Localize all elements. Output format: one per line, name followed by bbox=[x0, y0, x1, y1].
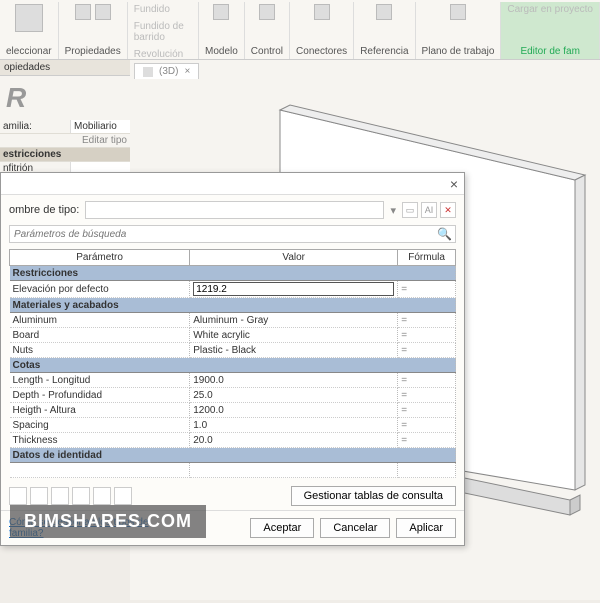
ribbon-group-properties[interactable]: Propiedades bbox=[59, 2, 128, 59]
ribbon-group-select[interactable]: eleccionar bbox=[0, 2, 59, 59]
col-value[interactable]: Valor bbox=[190, 250, 398, 266]
rename-type-icon[interactable]: AI bbox=[421, 202, 437, 218]
table-header-row: Parámetro Valor Fórmula bbox=[10, 250, 456, 266]
search-icon[interactable]: 🔍 bbox=[437, 227, 452, 241]
tool-icon[interactable] bbox=[51, 487, 69, 505]
table-row: BoardWhite acrylic= bbox=[10, 328, 456, 343]
prop-icon-2 bbox=[95, 4, 111, 20]
ribbon-label-workplane: Plano de trabajo bbox=[422, 46, 495, 59]
tool-icon[interactable] bbox=[30, 487, 48, 505]
doc-tab-label: (3D) bbox=[159, 66, 178, 77]
prop-icon bbox=[75, 4, 91, 20]
param-elev[interactable]: Elevación por defecto bbox=[10, 281, 190, 298]
ribbon-group-workplane[interactable]: Plano de trabajo bbox=[416, 2, 502, 59]
control-icon bbox=[259, 4, 275, 20]
ok-button[interactable]: Aceptar bbox=[250, 518, 314, 538]
ribbon-group-control[interactable]: Control bbox=[245, 2, 290, 59]
table-row: Spacing1.0= bbox=[10, 418, 456, 433]
family-types-dialog: × ombre de tipo: ▾ ▭ AI ✕ 🔍 Parámetro Va… bbox=[0, 172, 465, 546]
tool-icon[interactable] bbox=[93, 487, 111, 505]
search-params: 🔍 bbox=[9, 225, 456, 243]
table-row: Thickness20.0= bbox=[10, 433, 456, 448]
ribbon-label-reference: Referencia bbox=[360, 46, 408, 59]
watermark: BIMSHARES.COM bbox=[10, 505, 206, 538]
lookup-tables-button[interactable]: Gestionar tablas de consulta bbox=[291, 486, 456, 506]
doc-tab-3d[interactable]: (3D) × bbox=[134, 63, 199, 79]
table-row: Length - Longitud1900.0= bbox=[10, 373, 456, 388]
ribbon-group-forms[interactable]: Fundido Fundido de barrido Revolución Fo… bbox=[128, 2, 199, 59]
ribbon: eleccionar Propiedades Fundido Fundido d… bbox=[0, 0, 600, 60]
delete-type-icon[interactable]: ✕ bbox=[440, 202, 456, 218]
model-icon bbox=[213, 4, 229, 20]
ribbon-group-reference[interactable]: Referencia bbox=[354, 2, 415, 59]
col-formula[interactable]: Fórmula bbox=[398, 250, 456, 266]
parameters-table: Parámetro Valor Fórmula Restricciones El… bbox=[9, 249, 456, 478]
table-row: AluminumAluminum - Gray= bbox=[10, 313, 456, 328]
workplane-icon bbox=[450, 4, 466, 20]
cancel-button[interactable]: Cancelar bbox=[320, 518, 390, 538]
type-name-input[interactable] bbox=[85, 201, 384, 219]
section-constraints[interactable]: Restricciones bbox=[10, 266, 456, 281]
table-row: Depth - Profundidad25.0= bbox=[10, 388, 456, 403]
close-icon[interactable]: × bbox=[184, 66, 190, 77]
faded-barrido: Fundido de barrido bbox=[134, 21, 192, 43]
elev-input[interactable] bbox=[193, 282, 394, 296]
ribbon-group-connectors[interactable]: Conectores bbox=[290, 2, 354, 59]
table-row: Elevación por defecto = bbox=[10, 281, 456, 298]
table-row: NutsPlastic - Black= bbox=[10, 343, 456, 358]
revit-logo: R bbox=[0, 76, 130, 120]
faded-fundido: Fundido bbox=[134, 4, 170, 15]
ribbon-label-editor: Editor de fam bbox=[520, 46, 579, 59]
new-type-icon[interactable]: ▭ bbox=[402, 202, 418, 218]
tool-icon[interactable] bbox=[72, 487, 90, 505]
section-materials[interactable]: Materiales y acabados bbox=[10, 298, 456, 313]
faded-revolucion: Revolución bbox=[134, 49, 183, 60]
select-icon bbox=[15, 4, 43, 32]
reference-icon bbox=[376, 4, 392, 20]
ribbon-label-model: Modelo bbox=[205, 46, 238, 59]
apply-button[interactable]: Aplicar bbox=[396, 518, 456, 538]
tool-icon[interactable] bbox=[114, 487, 132, 505]
properties-title: opiedades bbox=[0, 60, 130, 76]
faded-cargar: Cargar en proyecto bbox=[507, 4, 593, 15]
formula-cell[interactable]: = bbox=[398, 281, 456, 298]
ribbon-label-properties: Propiedades bbox=[65, 46, 121, 59]
tool-icon[interactable] bbox=[9, 487, 27, 505]
section-identity[interactable]: Datos de identidad bbox=[10, 448, 456, 463]
family-label: amilia: bbox=[0, 120, 70, 133]
table-row bbox=[10, 463, 456, 478]
props-section-constraints: estricciones bbox=[0, 148, 130, 161]
dialog-titlebar[interactable]: × bbox=[1, 173, 464, 195]
table-row: Heigth - Altura1200.0= bbox=[10, 403, 456, 418]
family-value[interactable]: Mobiliario bbox=[70, 120, 130, 133]
ribbon-label-connectors: Conectores bbox=[296, 46, 347, 59]
section-dims[interactable]: Cotas bbox=[10, 358, 456, 373]
ribbon-label-select: eleccionar bbox=[6, 46, 52, 59]
ribbon-group-model[interactable]: Modelo bbox=[199, 2, 245, 59]
connectors-icon bbox=[314, 4, 330, 20]
search-input[interactable] bbox=[9, 225, 456, 243]
ribbon-group-editor[interactable]: Cargar en proyecto Editor de fam bbox=[501, 2, 600, 59]
col-param[interactable]: Parámetro bbox=[10, 250, 190, 266]
type-name-label: ombre de tipo: bbox=[9, 204, 79, 216]
cube-icon bbox=[143, 67, 153, 77]
document-tabs: (3D) × bbox=[130, 60, 199, 82]
edit-type-button[interactable]: Editar tipo bbox=[0, 134, 130, 147]
ribbon-label-control: Control bbox=[251, 46, 283, 59]
dialog-close-icon[interactable]: × bbox=[450, 176, 458, 192]
